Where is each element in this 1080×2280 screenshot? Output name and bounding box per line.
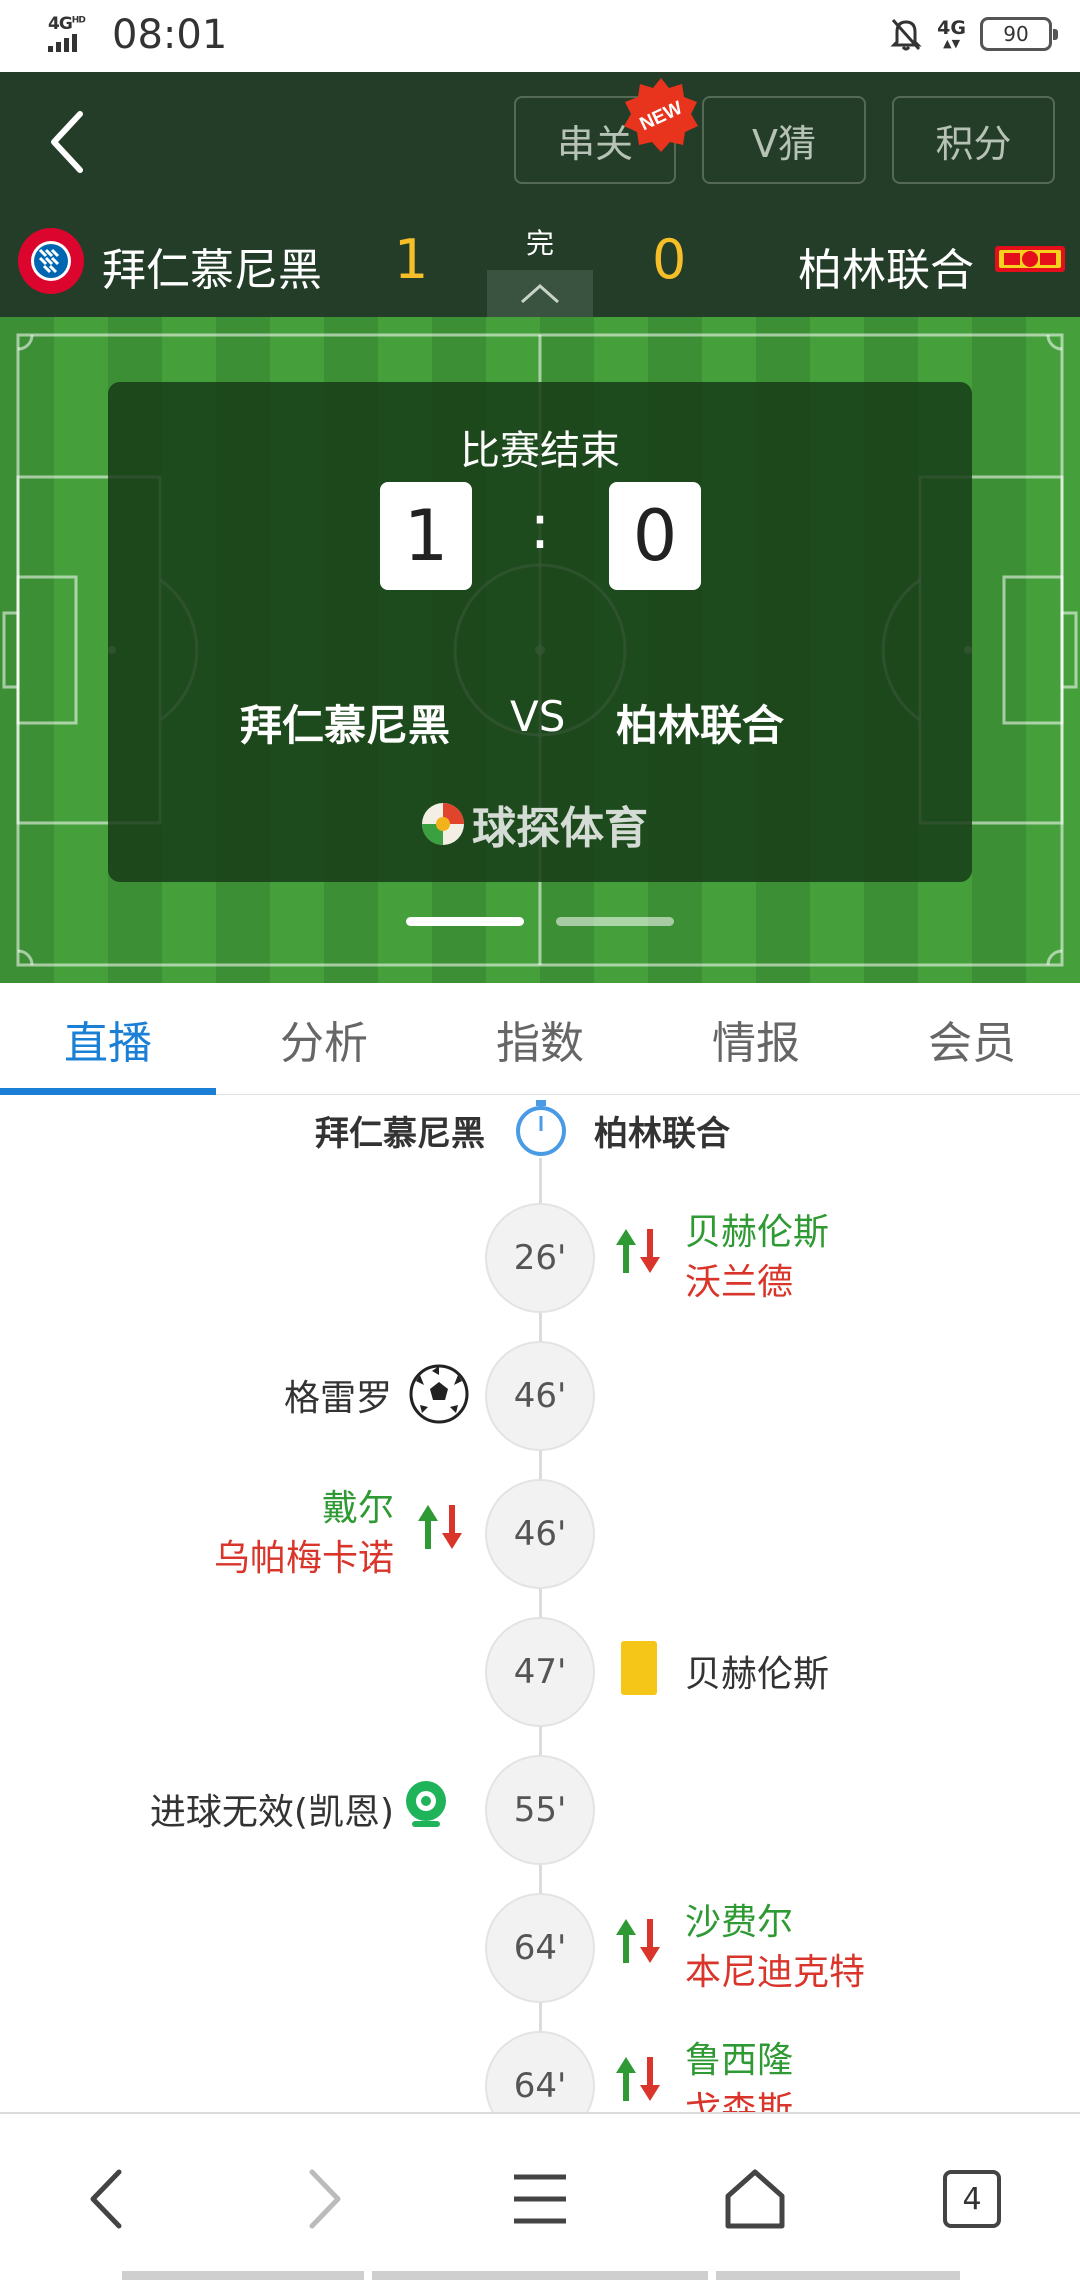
yellow-card-icon xyxy=(621,1641,657,1695)
card-home-score: 1 xyxy=(380,482,472,590)
browser-back-button[interactable] xyxy=(56,2154,156,2244)
timeline-event: 47' 贝赫伦斯 xyxy=(0,1617,1080,1727)
event-minute: 64' xyxy=(485,1893,595,2003)
tab-odds[interactable]: 指数 xyxy=(432,983,648,1095)
card-home-team: 拜仁慕尼黑 xyxy=(240,701,451,750)
timeline-event: 26' 贝赫伦斯 沃兰德 xyxy=(0,1203,1080,1313)
tab-live[interactable]: 直播 xyxy=(0,983,216,1095)
battery-indicator: 90 xyxy=(980,17,1058,51)
chevron-right-icon xyxy=(309,2169,341,2229)
tab-bar: 直播 分析 指数 情报 会员 xyxy=(0,983,1080,1095)
player-out: 戈森斯 xyxy=(685,2090,794,2112)
status-bar: 4GHD 08:01 4G ▲▼ 90 xyxy=(0,0,1080,72)
event-minute: 47' xyxy=(485,1617,595,1727)
tab-active-indicator xyxy=(0,1088,216,1095)
booked-player: 贝赫伦斯 xyxy=(685,1654,830,1695)
player-in: 贝赫伦斯 xyxy=(685,1212,830,1253)
substitution-icon xyxy=(418,1505,462,1549)
signal-icon: 4GHD xyxy=(46,14,100,54)
player-in: 戴尔 xyxy=(321,1488,394,1529)
result-card[interactable]: 比赛结束 1 : 0 拜仁慕尼黑 VS 柏林联合 球探体育 xyxy=(108,382,972,882)
guess-button[interactable]: V猜 xyxy=(702,96,866,184)
clock: 08:01 xyxy=(112,12,228,58)
browser-forward-button[interactable] xyxy=(275,2154,375,2244)
player-out: 乌帕梅卡诺 xyxy=(213,1538,394,1579)
gesture-bar xyxy=(122,2271,364,2280)
gesture-bar xyxy=(372,2271,708,2280)
goal-ball-icon xyxy=(409,1364,469,1424)
timeline-event: 64' 鲁西隆 戈森斯 xyxy=(0,2031,1080,2112)
timeline-away-team: 柏林联合 xyxy=(594,1114,730,1154)
timeline-event: 55' 进球无效(凯恩) xyxy=(0,1755,1080,1865)
player-in: 沙费尔 xyxy=(685,1902,794,1943)
player-out: 本尼迪克特 xyxy=(685,1952,866,1993)
browser-home-button[interactable] xyxy=(705,2154,805,2244)
event-minute: 26' xyxy=(485,1203,595,1313)
match-status: 完 xyxy=(525,227,554,260)
chevron-left-icon xyxy=(90,2169,122,2229)
var-icon xyxy=(406,1781,446,1827)
back-button[interactable] xyxy=(34,102,104,182)
away-team-logo xyxy=(995,246,1065,272)
timeline-event: 46' 格雷罗 xyxy=(0,1341,1080,1451)
home-icon xyxy=(725,2169,785,2229)
carousel-dot[interactable] xyxy=(556,917,674,926)
menu-icon xyxy=(514,2174,566,2224)
carousel-dot-active[interactable] xyxy=(406,917,524,926)
gesture-bar xyxy=(716,2271,960,2280)
stopwatch-icon xyxy=(512,1096,570,1158)
substitution-icon xyxy=(616,1919,660,1963)
goal-scorer: 格雷罗 xyxy=(283,1378,392,1419)
substitution-icon xyxy=(616,1229,660,1273)
points-button[interactable]: 积分 xyxy=(892,96,1055,184)
substitution-icon xyxy=(616,2057,660,2101)
network-type-indicator: 4G ▲▼ xyxy=(937,17,966,50)
new-badge: NEW xyxy=(624,78,698,152)
card-away-team: 柏林联合 xyxy=(616,701,785,750)
timeline-header: 拜仁慕尼黑 柏林联合 xyxy=(0,1096,1080,1166)
browser-toolbar: 4 xyxy=(0,2112,1080,2280)
pitch-banner: 比赛结束 1 : 0 拜仁慕尼黑 VS 柏林联合 球探体育 xyxy=(0,317,1080,983)
chevron-up-icon xyxy=(521,283,559,303)
timeline-event: 64' 沙费尔 本尼迪克特 xyxy=(0,1893,1080,2003)
card-vs: VS xyxy=(510,692,566,741)
event-minute: 55' xyxy=(485,1755,595,1865)
card-away-score: 0 xyxy=(609,482,701,590)
home-team-logo xyxy=(18,228,84,294)
score-separator: : xyxy=(529,490,551,563)
var-decision: 进球无效(凯恩) xyxy=(149,1792,394,1833)
collapse-button[interactable] xyxy=(487,270,593,317)
tab-analysis[interactable]: 分析 xyxy=(216,983,432,1095)
match-result-title: 比赛结束 xyxy=(460,428,620,474)
match-header: 串关 NEW V猜 积分 拜仁慕尼黑 1 0 柏林联合 完 xyxy=(0,72,1080,317)
brand-watermark: 球探体育 xyxy=(420,792,648,856)
brand-logo-icon xyxy=(422,803,464,845)
timeline-home-team: 拜仁慕尼黑 xyxy=(315,1114,485,1154)
player-out: 沃兰德 xyxy=(685,1262,794,1303)
browser-menu-button[interactable] xyxy=(490,2154,590,2244)
browser-tabs-button[interactable]: 4 xyxy=(922,2154,1022,2244)
event-minute: 46' xyxy=(485,1479,595,1589)
away-score: 0 xyxy=(652,228,687,291)
home-team-name: 拜仁慕尼黑 xyxy=(102,245,322,296)
timeline-event: 46' 戴尔 乌帕梅卡诺 xyxy=(0,1479,1080,1589)
tab-count: 4 xyxy=(943,2170,1001,2228)
away-team-name: 柏林联合 xyxy=(798,245,974,296)
event-timeline[interactable]: 拜仁慕尼黑 柏林联合 26' 贝赫伦斯 沃兰德 46' 格雷罗 46' 戴尔 乌… xyxy=(0,1096,1080,2112)
tab-membership[interactable]: 会员 xyxy=(864,983,1080,1095)
player-in: 鲁西隆 xyxy=(685,2040,794,2081)
event-minute: 46' xyxy=(485,1341,595,1451)
chevron-left-icon xyxy=(51,111,83,173)
event-minute: 64' xyxy=(485,2031,595,2112)
mute-notification-icon xyxy=(890,18,922,51)
tab-intel[interactable]: 情报 xyxy=(648,983,864,1095)
home-score: 1 xyxy=(394,228,429,291)
